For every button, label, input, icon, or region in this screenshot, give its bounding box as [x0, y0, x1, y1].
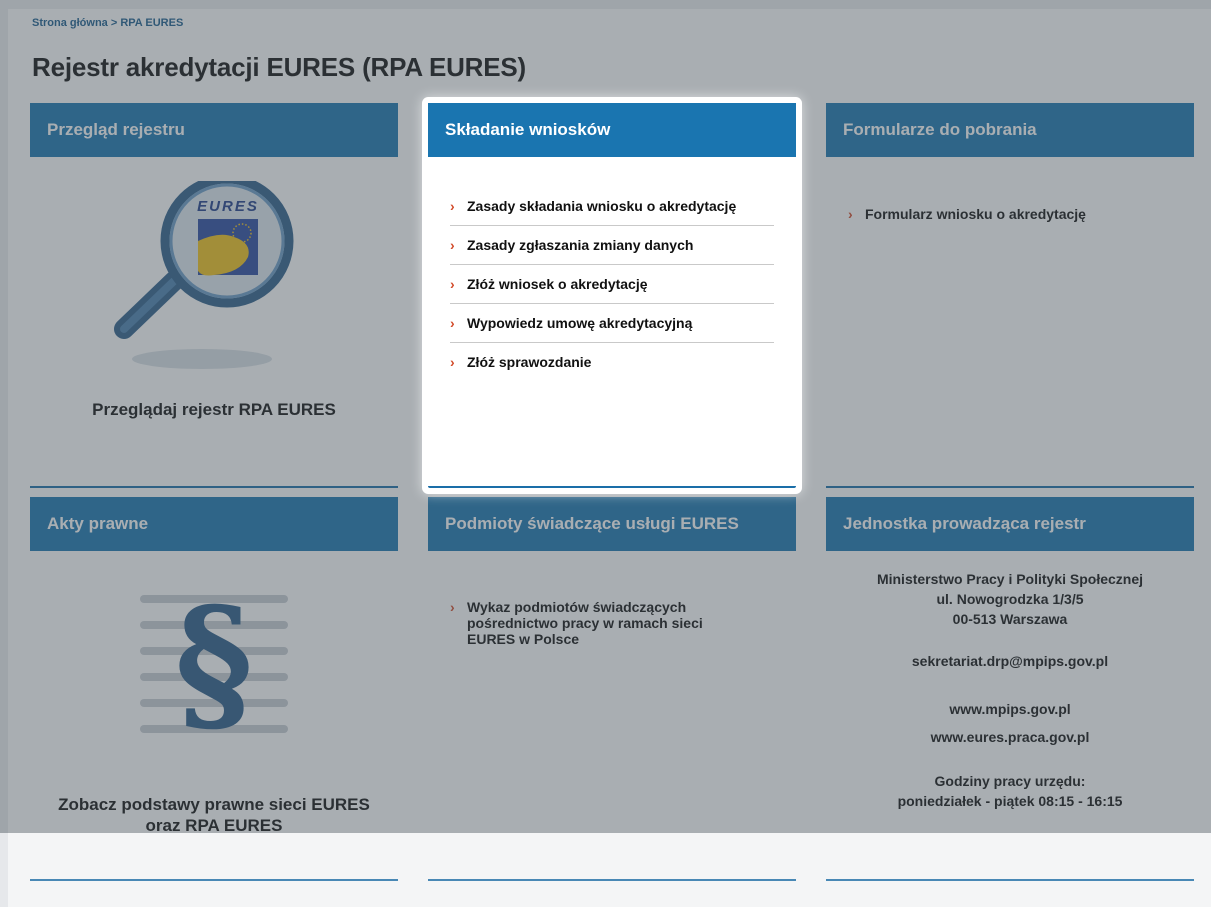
link-list: › Zasady składania wniosku o akredytację … [428, 157, 796, 381]
page: Strona główna > RPA EURES Rejestr akredy… [0, 0, 1211, 907]
link-zloz-wniosek[interactable]: › Złóż wniosek o akredytację [450, 265, 774, 304]
card-header[interactable]: Składanie wniosków [428, 103, 796, 157]
chevron-right-icon: › [450, 237, 455, 253]
link-zasady-zglaszania[interactable]: › Zasady zgłaszania zmiany danych [450, 226, 774, 265]
chevron-right-icon: › [450, 354, 455, 370]
chevron-right-icon: › [450, 315, 455, 331]
chevron-right-icon: › [450, 276, 455, 292]
card-skladanie-wnioskow[interactable]: Składanie wniosków › Zasady składania wni… [428, 103, 796, 488]
link-zloz-sprawozdanie[interactable]: › Złóż sprawozdanie [450, 343, 774, 381]
link-zasady-skladania[interactable]: › Zasady składania wniosku o akredytację [450, 187, 774, 226]
chevron-right-icon: › [450, 198, 455, 214]
overlay-lower-band [0, 833, 1211, 907]
link-wypowiedz-umowe[interactable]: › Wypowiedz umowę akredytacyjną [450, 304, 774, 343]
